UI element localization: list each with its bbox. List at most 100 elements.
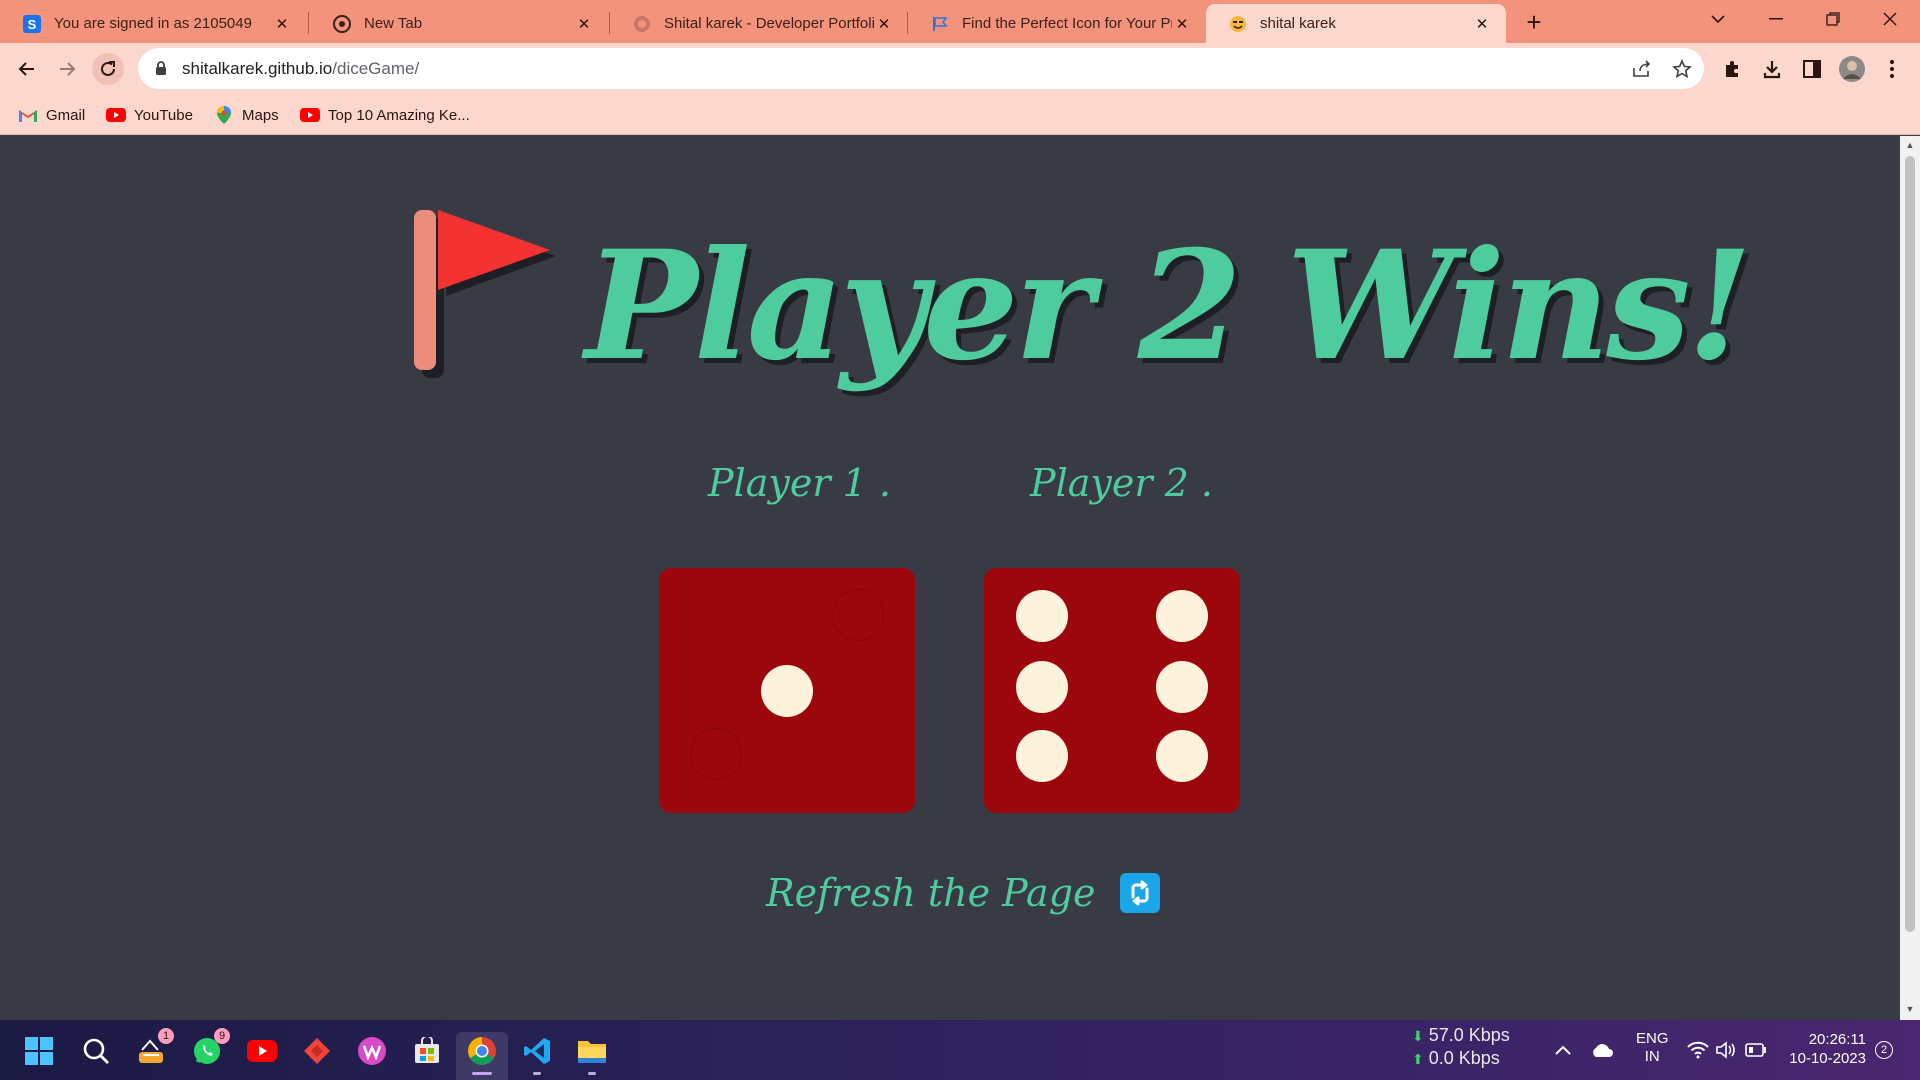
die-pip [1156,590,1208,642]
scroll-up-arrow-icon[interactable]: ▲ [1905,140,1915,150]
winner-title: Player 2 Wins! [585,218,1753,394]
refresh-label: Refresh the Page [766,871,1096,915]
bookmark-top10[interactable]: Top 10 Amazing Ke... [300,103,470,127]
tab-title: New Tab [364,15,423,32]
die-pip [1016,730,1068,782]
app-1-icon[interactable]: 1 [134,1028,174,1068]
language-line-1: ENG [1636,1030,1669,1047]
side-panel-icon[interactable] [1798,55,1826,83]
bookmark-maps[interactable]: Maps [214,103,279,127]
bookmark-label: Top 10 Amazing Ke... [328,106,470,124]
url-text: shitalkarek.github.io/diceGame/ [182,59,419,79]
anydesk-icon[interactable] [300,1034,334,1068]
player-1-die [659,568,915,813]
notification-badge: 9 [214,1028,230,1044]
tab-shital-karek[interactable]: shital karek ✕ [1206,4,1506,43]
close-icon[interactable]: ✕ [1172,14,1192,34]
tab-title: Find the Perfect Icon for Your Pr [962,15,1172,32]
die-pip [1016,590,1068,642]
clock[interactable]: 20:26:11 10-10-2023 [1786,1030,1866,1068]
bookmark-star-icon[interactable] [1671,58,1693,80]
new-tab-button[interactable]: + [1520,7,1548,37]
close-icon[interactable]: ✕ [272,14,292,34]
back-button[interactable] [11,53,43,85]
address-bar[interactable]: shitalkarek.github.io/diceGame/ [138,48,1704,89]
wps-office-icon[interactable] [355,1034,389,1068]
emoji-favicon-icon [1228,14,1248,34]
bookmark-gmail[interactable]: Gmail [18,103,85,127]
net-down-value: 57.0 Kbps [1428,1025,1510,1045]
minimize-button[interactable] [1756,0,1796,38]
tab-portfolio[interactable]: Shital karek - Developer Portfolio ✕ [610,4,908,43]
scroll-down-arrow-icon[interactable]: ▼ [1905,1004,1915,1014]
page-scrollbar[interactable]: ▲ ▼ [1900,136,1920,1020]
close-icon[interactable]: ✕ [874,14,894,34]
net-up-value: 0.0 Kbps [1428,1048,1500,1068]
close-icon[interactable]: ✕ [574,14,594,34]
browser-toolbar: shitalkarek.github.io/diceGame/ [0,43,1920,95]
onedrive-cloud-icon[interactable] [1590,1038,1614,1062]
download-icon[interactable] [1758,55,1786,83]
tab-bar: S You are signed in as 2105049 ✕ New Tab… [0,0,1920,43]
die-pip [1156,730,1208,782]
notification-count: 2 [1875,1041,1893,1059]
bookmark-label: Maps [242,106,279,124]
page-viewport: Player 2 Wins! Player 1 . Player 2 . Ref… [0,136,1900,1020]
volume-icon[interactable] [1714,1038,1738,1062]
lock-icon[interactable] [150,61,172,76]
running-indicator [472,1072,492,1075]
reload-button[interactable] [92,53,124,85]
more-options-icon[interactable] [1878,55,1906,83]
whatsapp-icon[interactable]: 9 [190,1028,230,1068]
search-icon[interactable] [79,1034,113,1068]
windows-taskbar [0,1020,1920,1080]
running-indicator [533,1072,541,1075]
tab-signed-in[interactable]: S You are signed in as 2105049 ✕ [0,4,306,43]
restore-button[interactable] [1813,0,1853,38]
microsoft-store-icon[interactable] [410,1034,444,1068]
url-host: shitalkarek.github.io [182,58,333,78]
player-2-label: Player 2 . [1030,461,1213,505]
wifi-icon[interactable] [1686,1038,1710,1062]
close-window-button[interactable] [1870,0,1910,38]
tab-search-chevron-icon[interactable] [1698,0,1738,38]
network-speed: ⬇ 57.0 Kbps ⬆ 0.0 Kbps [1412,1024,1510,1070]
profile-avatar[interactable] [1838,55,1866,83]
close-icon[interactable]: ✕ [1472,14,1492,34]
tab-divider [308,12,309,34]
notification-center-badge[interactable]: 2 [1872,1038,1896,1062]
die-pip [761,665,813,717]
battery-icon[interactable] [1744,1038,1768,1062]
language-indicator[interactable]: ENG IN [1636,1030,1669,1066]
tab-find-icon[interactable]: Find the Perfect Icon for Your Pr ✕ [908,4,1206,43]
bookmark-label: YouTube [134,106,193,124]
language-line-2: IN [1644,1048,1660,1065]
chrome-icon[interactable] [465,1034,499,1068]
notification-badge: 1 [158,1028,174,1044]
tab-new-tab[interactable]: New Tab ✕ [310,4,608,43]
tab-title: You are signed in as 2105049 [54,15,252,32]
share-icon[interactable] [1631,58,1653,80]
youtube-icon[interactable] [245,1034,279,1068]
bookmark-youtube[interactable]: YouTube [106,103,193,127]
running-indicator [588,1072,596,1075]
chevron-up-icon[interactable] [1551,1038,1575,1062]
youtube-icon [300,106,320,124]
forward-button[interactable] [51,53,83,85]
vscode-icon[interactable] [520,1034,554,1068]
chrome-icon [332,14,352,34]
tab-title: shital karek [1260,15,1336,32]
refresh-icon [1131,880,1149,906]
youtube-icon [106,106,126,124]
player-1-label: Player 1 . [708,461,891,505]
maps-icon [214,106,234,124]
globe-icon [632,14,652,34]
die-pip [1016,661,1068,713]
bookmark-label: Gmail [46,106,86,124]
scrollbar-thumb[interactable] [1905,156,1915,932]
bookmarks-bar: Gmail YouTube Maps Top 10 Amazing Ke... [0,95,1920,135]
windows-start-icon[interactable] [22,1034,56,1068]
extensions-icon[interactable] [1718,55,1746,83]
file-explorer-icon[interactable] [575,1034,609,1068]
refresh-button[interactable] [1119,873,1160,913]
